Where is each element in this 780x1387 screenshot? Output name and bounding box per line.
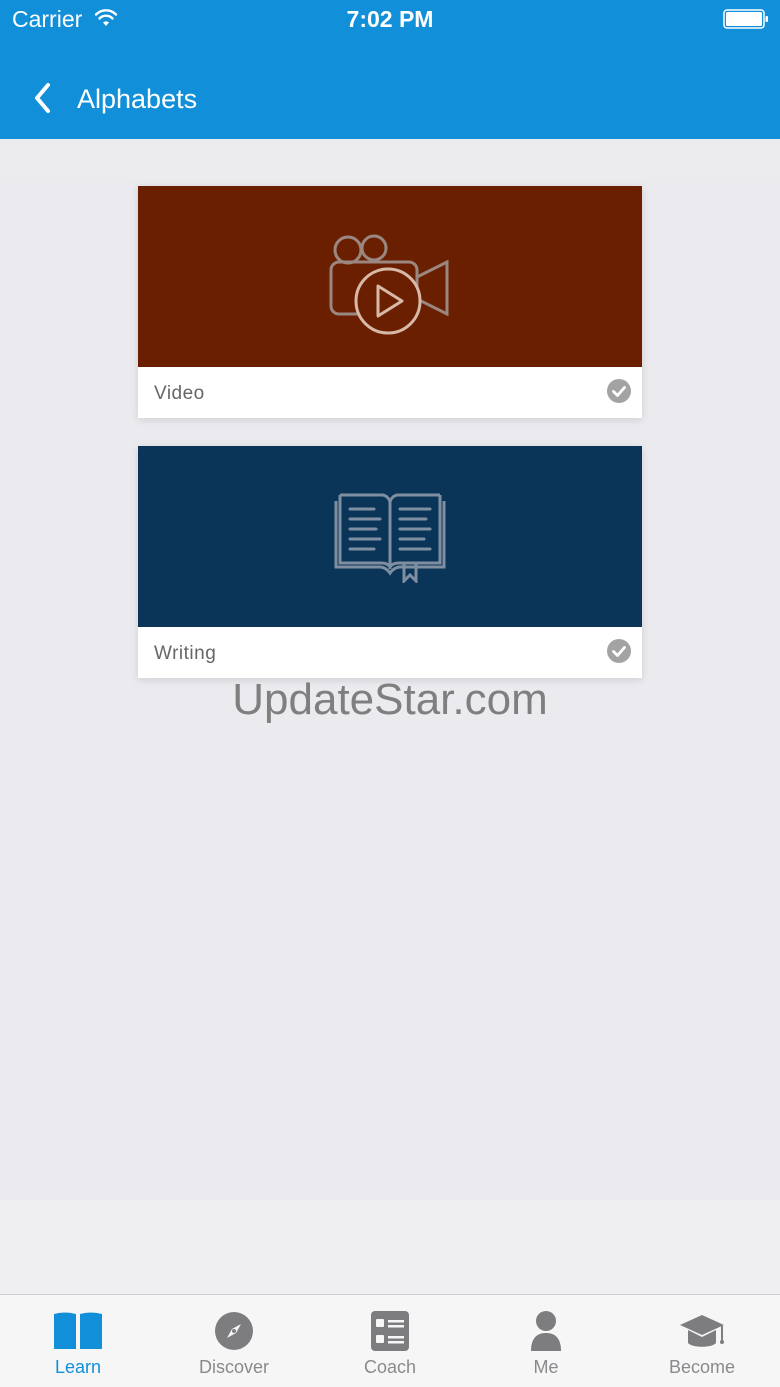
content-area: Video Writing UpdateStar.com xyxy=(0,139,780,1294)
card-image-writing xyxy=(138,446,642,627)
battery-icon xyxy=(723,9,768,29)
tab-label: Me xyxy=(533,1357,559,1377)
card-footer: Video xyxy=(138,367,642,418)
tab-bar: Learn Discover Coach Me Become xyxy=(0,1294,780,1387)
card-footer: Writing xyxy=(138,627,642,678)
tab-learn[interactable]: Learn xyxy=(0,1295,156,1387)
compass-icon xyxy=(215,1312,253,1350)
tab-coach[interactable]: Coach xyxy=(312,1295,468,1387)
card-image-video xyxy=(138,186,642,367)
open-book-icon xyxy=(334,493,446,583)
content-top-band xyxy=(0,139,780,179)
screen: Carrier 7:02 PM Alphabets Video Writing … xyxy=(0,0,780,1387)
status-bar: Carrier 7:02 PM xyxy=(0,0,780,40)
chevron-left-icon xyxy=(35,83,50,113)
clock: 7:02 PM xyxy=(346,6,434,32)
header: Carrier 7:02 PM Alphabets xyxy=(0,0,780,139)
video-camera-icon xyxy=(329,234,449,335)
page-title: Alphabets xyxy=(77,84,198,114)
check-circle-icon xyxy=(607,639,631,663)
content-bottom-band xyxy=(0,1200,780,1294)
book-icon xyxy=(54,1312,102,1349)
card-label: Writing xyxy=(154,643,217,664)
watermark: UpdateStar.com xyxy=(232,675,548,724)
person-icon xyxy=(531,1311,561,1351)
tab-discover[interactable]: Discover xyxy=(156,1295,312,1387)
card-label: Video xyxy=(154,383,205,404)
back-button[interactable] xyxy=(24,76,64,120)
lesson-card-writing[interactable]: Writing xyxy=(138,446,642,678)
tab-label: Learn xyxy=(54,1357,102,1377)
tab-label: Discover xyxy=(198,1357,269,1377)
tab-label: Coach xyxy=(363,1357,417,1377)
graduation-cap-icon xyxy=(680,1315,724,1347)
tab-label: Become xyxy=(668,1357,736,1377)
nav-bar: Alphabets xyxy=(0,62,780,136)
check-circle-icon xyxy=(607,379,631,403)
lesson-card-video[interactable]: Video xyxy=(138,186,642,418)
checklist-icon xyxy=(371,1311,409,1351)
tab-become[interactable]: Become xyxy=(624,1295,780,1387)
tab-me[interactable]: Me xyxy=(468,1295,624,1387)
